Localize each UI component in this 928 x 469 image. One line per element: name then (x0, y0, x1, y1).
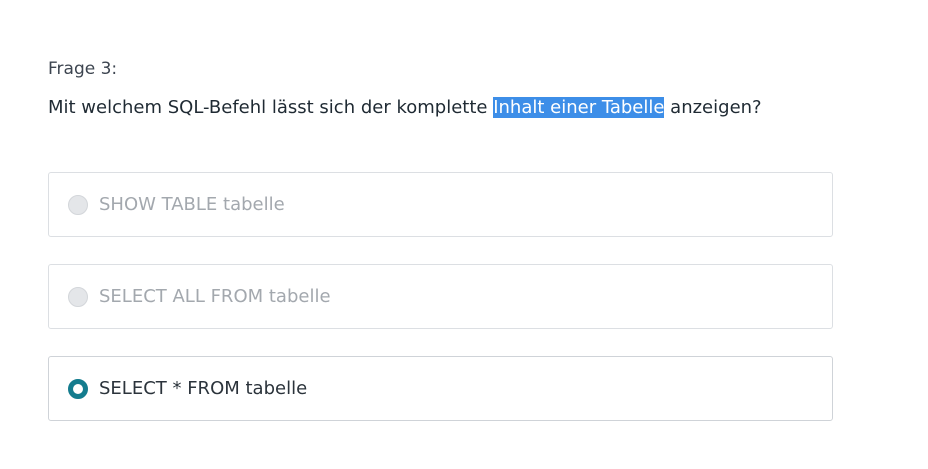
answer-option-1[interactable]: SHOW TABLE tabelle (48, 172, 833, 237)
answer-option-label: SELECT ALL FROM tabelle (99, 285, 331, 307)
radio-button-checked-icon[interactable] (68, 378, 88, 399)
question-text: Mit welchem SQL-Befehl lässt sich der ko… (48, 96, 762, 120)
answer-option-label: SHOW TABLE tabelle (99, 193, 285, 215)
radio-button-unchecked-icon[interactable] (68, 194, 88, 215)
question-text-selected: Inhalt einer Tabelle (493, 97, 665, 118)
answer-option-label: SELECT * FROM tabelle (99, 377, 308, 399)
radio-button-unchecked-icon[interactable] (68, 286, 88, 307)
answer-option-2[interactable]: SELECT ALL FROM tabelle (48, 264, 833, 329)
question-number: Frage 3: (48, 59, 118, 79)
quiz-page: Frage 3: Mit welchem SQL-Befehl lässt si… (0, 0, 928, 469)
question-text-part-2: anzeigen? (664, 97, 762, 118)
answer-option-3[interactable]: SELECT * FROM tabelle (48, 356, 833, 421)
question-text-part-1: Mit welchem SQL-Befehl lässt sich der ko… (48, 97, 494, 118)
